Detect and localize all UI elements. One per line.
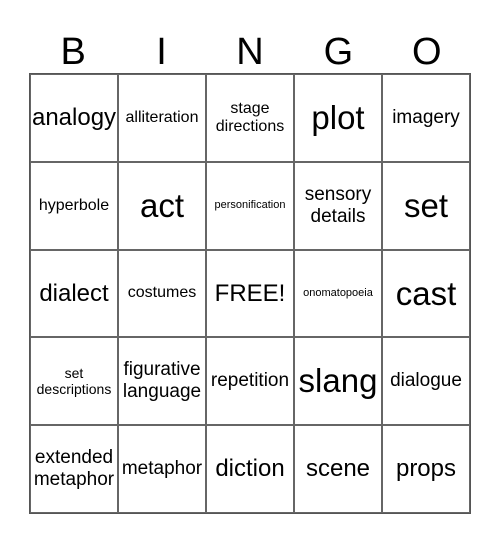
bingo-cell[interactable]: dialogue	[382, 337, 470, 426]
bingo-cell[interactable]: sensory details	[294, 161, 382, 250]
bingo-cell[interactable]: analogy	[30, 74, 118, 162]
bingo-cell[interactable]: set descriptions	[30, 337, 118, 426]
bingo-cell[interactable]: slang	[294, 337, 382, 426]
bingo-cell[interactable]: set	[382, 161, 470, 250]
bingo-cell[interactable]: dialect	[30, 249, 118, 338]
bingo-cell[interactable]: scene	[294, 425, 382, 513]
bingo-cell[interactable]: extended metaphor	[30, 425, 118, 513]
bingo-board: analogy alliteration stage directions pl…	[29, 73, 471, 514]
bingo-cell[interactable]: metaphor	[118, 425, 206, 513]
free-space-cell[interactable]: FREE!	[206, 249, 294, 338]
bingo-cell[interactable]: onomatopoeia	[294, 249, 382, 338]
bingo-cell[interactable]: alliteration	[118, 74, 206, 162]
bingo-cell[interactable]: diction	[206, 425, 294, 513]
header-letter-g: G	[323, 31, 354, 73]
header-letter-o: O	[411, 31, 442, 73]
bingo-cell[interactable]: props	[382, 425, 470, 513]
bingo-cell[interactable]: figurative language	[118, 337, 206, 426]
bingo-cell[interactable]: plot	[294, 74, 382, 162]
header-letter-b: B	[60, 31, 86, 73]
bingo-cell[interactable]: hyperbole	[30, 161, 118, 250]
bingo-header: B I N G O	[29, 30, 471, 74]
bingo-cell[interactable]: repetition	[206, 337, 294, 426]
header-letter-i: I	[156, 31, 167, 73]
bingo-cell[interactable]: cast	[382, 249, 470, 338]
bingo-cell[interactable]: costumes	[118, 249, 206, 338]
bingo-cell[interactable]: act	[118, 161, 206, 250]
header-letter-n: N	[236, 31, 264, 73]
bingo-cell[interactable]: personification	[206, 161, 294, 250]
bingo-cell[interactable]: stage directions	[206, 74, 294, 162]
bingo-cell[interactable]: imagery	[382, 74, 470, 162]
